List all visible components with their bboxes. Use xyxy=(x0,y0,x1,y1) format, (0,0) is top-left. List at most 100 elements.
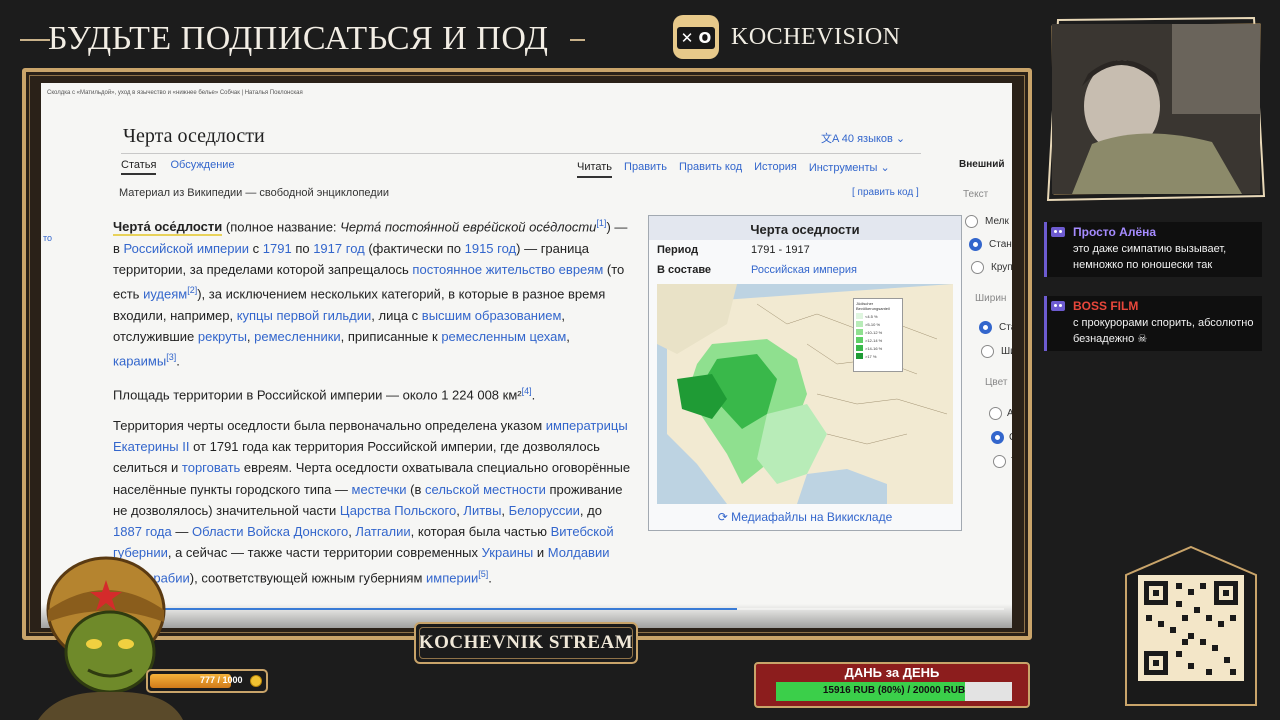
text: и xyxy=(533,545,548,561)
link-1791[interactable]: 1791 xyxy=(263,241,292,256)
ref-2[interactable]: [2] xyxy=(187,285,197,295)
width-label: Ширин xyxy=(975,293,1007,304)
text: , xyxy=(501,502,509,518)
link-craftsmen[interactable]: ремесленники xyxy=(254,329,341,344)
link-1887[interactable]: 1887 года xyxy=(113,524,172,539)
text-size-standard-label: Стан xyxy=(989,239,1012,250)
legend-label: >17 % xyxy=(865,353,877,359)
webcam-feed xyxy=(1052,24,1260,194)
link-empire[interactable]: империи xyxy=(426,570,478,585)
paragraph-area: Площадь территории в Российской империи … xyxy=(113,381,633,406)
link-merchants[interactable]: купцы первой гильдии xyxy=(237,308,372,323)
tab-edit[interactable]: Править xyxy=(624,161,667,178)
link-trade[interactable]: торговать xyxy=(182,460,240,475)
chat-message: Просто Алёна это даже симпатию вызывает,… xyxy=(1044,222,1262,277)
ticker-ornament-right xyxy=(570,39,585,41)
tab-history[interactable]: История xyxy=(754,161,797,178)
chat-bot-icon xyxy=(1051,301,1065,311)
color-light-label: С xyxy=(1009,432,1012,443)
text: (фактически по xyxy=(364,240,465,256)
tab-tools[interactable]: Инструменты ⌄ xyxy=(809,161,890,178)
text-size-standard-radio[interactable] xyxy=(969,238,982,251)
title-divider xyxy=(121,153,921,154)
link-1915[interactable]: 1915 год xyxy=(465,241,517,256)
link-ukraine[interactable]: Украины xyxy=(482,545,534,560)
width-standard-label: Стан xyxy=(999,322,1012,333)
link-higher-education[interactable]: высшим образованием xyxy=(422,308,562,323)
stream-banner-text: KOCHEVNIK STREAM xyxy=(418,632,634,653)
legend-swatch xyxy=(856,313,863,319)
xp-text: 777 / 1000 xyxy=(200,675,243,685)
color-light-radio[interactable] xyxy=(991,431,1004,444)
tab-edit-source[interactable]: Править код xyxy=(679,161,742,178)
legend-item: >10-12 % xyxy=(856,329,900,335)
text: , xyxy=(566,329,570,345)
text: . xyxy=(176,353,180,369)
link-permanent-residence[interactable]: постоянное жительство евреям xyxy=(412,262,603,277)
link-latgale[interactable]: Латгалии xyxy=(355,524,410,539)
infobox-row-period: Период 1791 - 1917 xyxy=(649,240,961,260)
tab-discussion[interactable]: Обсуждение xyxy=(170,159,234,175)
period-value: 1791 - 1917 xyxy=(751,244,810,256)
ticker-text: БУДЬТЕ ПОДПИСАТЬСЯ И ПОД xyxy=(48,20,549,57)
link-recruits[interactable]: рекруты xyxy=(198,329,247,344)
ref-4[interactable]: [4] xyxy=(522,386,532,396)
link-don-host[interactable]: Области Войска Донского xyxy=(192,524,348,539)
orc-mascot-icon xyxy=(38,556,183,720)
text-size-large-radio[interactable] xyxy=(971,261,984,274)
infobox-row-part: В составе Российская империя xyxy=(649,260,961,280)
link-karaites[interactable]: караимы xyxy=(113,354,166,369)
color-auto-radio[interactable] xyxy=(989,407,1002,420)
link-rural[interactable]: сельской местности xyxy=(425,482,546,497)
link-shtetls[interactable]: местечки xyxy=(352,482,407,497)
link-poland[interactable]: Царства Польского xyxy=(340,503,456,518)
text: ), соответствующей южным губерниям xyxy=(189,570,426,586)
link-judaists[interactable]: иудеям xyxy=(143,287,187,302)
legend-label: >14-16 % xyxy=(865,345,883,351)
width-standard-radio[interactable] xyxy=(979,321,992,334)
legend-label: >10-12 % xyxy=(865,329,883,335)
tab-read[interactable]: Читать xyxy=(577,161,613,178)
link-belarus[interactable]: Белоруссии xyxy=(509,503,580,518)
video-title: Сколдка с «Матильдой», уход в язычество … xyxy=(47,90,303,96)
goal-progress-bar: 15916 RUB (80%) / 20000 RUB xyxy=(776,682,1012,701)
link-russian-empire[interactable]: Российской империи xyxy=(124,241,250,256)
link-lithuania[interactable]: Литвы xyxy=(463,503,501,518)
width-wide-radio[interactable] xyxy=(981,345,994,358)
ref-1[interactable]: [1] xyxy=(596,218,606,228)
article-body: Черта́ осе́длости (полное название: Черт… xyxy=(113,213,633,597)
text: , до xyxy=(579,502,602,518)
video-progress-bar[interactable] xyxy=(49,608,1004,610)
chat-text: с прокурорами спорить, абсолютно безнаде… xyxy=(1073,315,1256,347)
brand-name: KOCHEVISION xyxy=(731,23,901,50)
text: , лица с xyxy=(371,307,422,323)
chat-message: BOSS FILM с прокурорами спорить, абсолют… xyxy=(1044,296,1262,351)
link-1917[interactable]: 1917 год xyxy=(313,241,365,256)
pale-map-image[interactable]: Jüdischer Bevölkerungsanteil <4.5 % >5-1… xyxy=(657,284,953,504)
left-edge-fragment: то xyxy=(43,233,53,243)
link-guilds[interactable]: ремесленным цехам xyxy=(441,329,566,344)
text-size-small-radio[interactable] xyxy=(965,215,978,228)
color-dark-radio[interactable] xyxy=(993,455,1006,468)
languages-button[interactable]: 文A 40 языков ⌄ xyxy=(821,130,905,146)
edit-code-link[interactable]: [ править код ] xyxy=(852,187,919,198)
brand-logo-icon: ✕ O xyxy=(673,15,719,59)
goal-title: ДАНЬ за ДЕНЬ xyxy=(844,665,940,680)
ref-3[interactable]: [3] xyxy=(166,352,176,362)
link-moldova[interactable]: Молдавии xyxy=(548,545,610,560)
text: , приписанные к xyxy=(340,329,442,345)
legend-swatch xyxy=(856,329,863,335)
text: (в xyxy=(406,481,426,497)
commons-link[interactable]: ⟳ Медиафайлы на Викискладе xyxy=(649,510,961,524)
page-title: Черта оседлости xyxy=(123,125,265,147)
part-value-link[interactable]: Российская империя xyxy=(751,264,857,276)
chat-text-body: с прокурорами спорить, абсолютно безнаде… xyxy=(1073,317,1254,345)
legend-item: >17 % xyxy=(856,353,900,359)
map-graphic xyxy=(657,284,953,504)
part-label: В составе xyxy=(657,264,712,276)
ref-5[interactable]: [5] xyxy=(478,569,488,579)
brand: ✕ O KOCHEVISION xyxy=(673,15,901,59)
text: Территория черты оседлости была первонач… xyxy=(113,417,546,433)
legend-swatch xyxy=(856,345,863,351)
tab-article[interactable]: Статья xyxy=(121,159,157,175)
